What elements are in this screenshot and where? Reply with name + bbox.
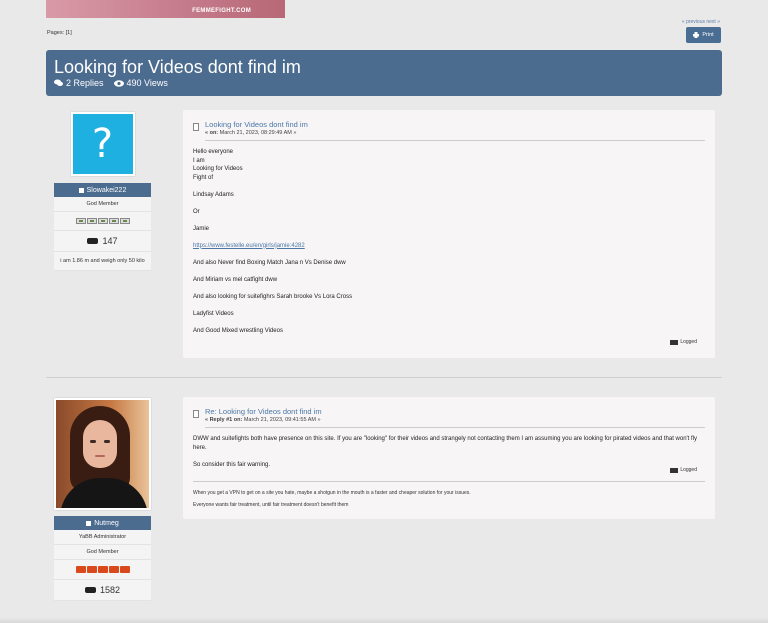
star-icon <box>97 566 108 573</box>
next-link[interactable]: next » <box>706 19 720 25</box>
post-header: Looking for Videos dont find im « on: Ma… <box>193 110 705 141</box>
replies-count: 2 Replies <box>66 78 104 88</box>
printer-icon <box>693 32 700 38</box>
status-icon <box>86 520 92 526</box>
pages-label: Pages: <box>47 30 65 36</box>
rank-stars <box>54 560 151 580</box>
post-body: DWW and suitefights both have presence o… <box>193 436 698 468</box>
jamie-link[interactable]: https://www.festelle.eu/en/girls/jamie:4… <box>193 243 305 249</box>
rank-stars <box>54 212 151 231</box>
star-icon <box>75 218 86 224</box>
post-count-value: 147 <box>102 236 118 246</box>
post-title-link[interactable]: Re: Looking for Videos dont find im <box>205 407 705 416</box>
print-button[interactable]: Print <box>686 27 721 43</box>
post-author-1: ? Slowakei222 God Member 147 i am 1.86 m… <box>54 112 151 271</box>
post-separator <box>46 377 722 378</box>
post-meta: « Reply #1 on: March 21, 2023, 09:41:55 … <box>205 417 321 423</box>
page-bottom <box>0 617 768 623</box>
forum-banner[interactable]: FEMMEFIGHT.COM <box>46 0 285 18</box>
post-count: 1582 <box>54 580 151 601</box>
print-label: Print <box>702 32 714 38</box>
posts-icon <box>87 238 99 244</box>
post-meta: « on: March 21, 2023, 08:29:49 AM » <box>205 130 297 136</box>
topic-title: Looking for Videos dont find im <box>54 57 301 77</box>
star-icon <box>97 218 108 224</box>
avatar[interactable]: ? <box>70 112 135 176</box>
author-name-bar[interactable]: Slowakei222 <box>54 183 151 197</box>
star-icon <box>86 218 97 224</box>
post-title-link[interactable]: Looking for Videos dont find im <box>205 120 705 129</box>
author-rank: God Member <box>54 545 151 560</box>
star-icon <box>119 566 130 573</box>
topic-stats: 2 Replies 490 Views <box>54 78 714 88</box>
author-name: Nutmeg <box>94 519 119 527</box>
star-icon <box>108 218 119 224</box>
status-icon <box>78 187 84 193</box>
topic-header: Looking for Videos dont find im 2 Replie… <box>46 50 722 96</box>
personal-text: i am 1.86 m and weigh only 50 kilo <box>54 252 151 271</box>
author-name: Slowakei222 <box>86 186 127 194</box>
topic-nav: « previous next » <box>682 19 720 25</box>
logged-indicator: Logged <box>670 339 697 345</box>
star-icon <box>86 566 97 573</box>
post-1: Looking for Videos dont find im « on: Ma… <box>183 110 715 358</box>
logged-icon <box>670 467 679 473</box>
logged-icon <box>670 339 679 345</box>
author-name-bar[interactable]: Nutmeg <box>54 516 151 530</box>
post-count: 147 <box>54 231 151 252</box>
posts-icon <box>84 587 96 593</box>
logged-indicator: Logged <box>670 467 697 473</box>
star-icon <box>75 566 86 573</box>
eye-icon <box>113 79 124 87</box>
star-icon <box>108 566 119 573</box>
document-icon <box>193 410 199 418</box>
avatar[interactable] <box>54 398 151 510</box>
page-link[interactable]: [1] <box>66 30 72 36</box>
author-rank: God Member <box>54 197 151 212</box>
post-author-2: Nutmeg YaBB Administrator God Member 158… <box>54 398 151 601</box>
signature: When you get a VPN to get on a site you … <box>193 481 705 511</box>
post-count-value: 1582 <box>99 585 121 595</box>
previous-link[interactable]: « previous <box>682 19 705 25</box>
banner-text: FEMMEFIGHT.COM <box>192 8 251 14</box>
post-header: Re: Looking for Videos dont find im « Re… <box>193 397 705 428</box>
views-count: 490 Views <box>126 78 168 88</box>
comments-icon <box>54 79 63 86</box>
star-icon <box>119 218 130 224</box>
pagination: Pages: [1] <box>47 30 72 36</box>
post-2: Re: Looking for Videos dont find im « Re… <box>183 397 715 519</box>
post-body: Hello everyone I am Looking for Videos F… <box>193 149 353 334</box>
document-icon <box>193 123 199 131</box>
author-position: YaBB Administrator <box>54 530 151 545</box>
